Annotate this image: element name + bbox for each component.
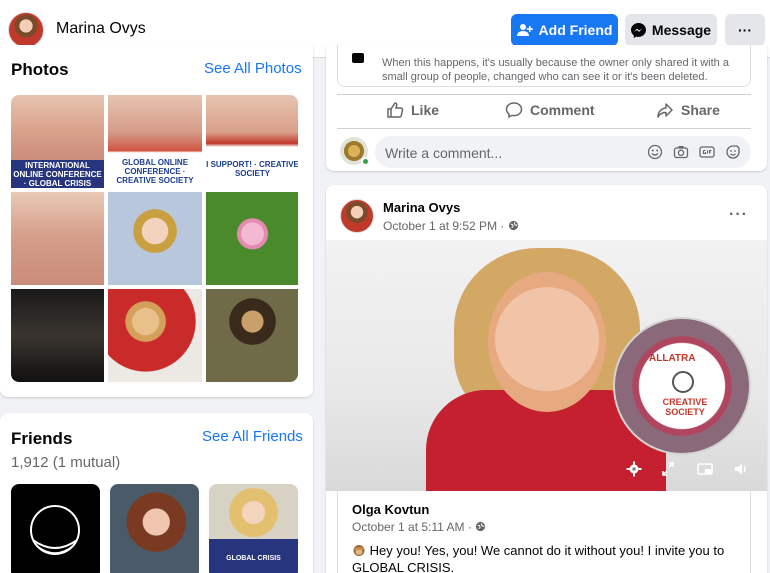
profile-name[interactable]: Marina Ovys <box>56 20 146 38</box>
photos-title: Photos <box>11 60 69 79</box>
share-icon <box>657 103 673 118</box>
badge-title-text: CREATIVE SOCIETY <box>662 397 708 417</box>
globe-icon <box>476 521 486 532</box>
shared-author-name[interactable]: Olga Kovtun <box>352 502 429 517</box>
comment-input[interactable]: Write a comment... <box>375 136 751 168</box>
friends-title: Friends <box>11 429 73 448</box>
photo-thumbnail[interactable] <box>206 289 298 382</box>
video-player[interactable]: ALLATRA CREATIVE SOCIETY <box>326 240 767 491</box>
divider <box>337 128 751 129</box>
badge-brand-text: ALLATRA <box>649 353 696 364</box>
post-timestamp[interactable]: October 1 at 9:52 PM · <box>383 219 519 233</box>
add-friend-button[interactable]: Add Friend <box>511 14 618 46</box>
friend-tile-banner: GLOBAL CRISIS <box>209 539 298 573</box>
camera-icon[interactable] <box>673 144 689 160</box>
post-author-avatar[interactable] <box>340 199 374 233</box>
shared-timestamp[interactable]: October 1 at 5:11 AM · <box>352 520 486 534</box>
photo-banner: INTERNATIONAL ONLINE CONFERENCE · GLOBAL… <box>11 160 104 188</box>
photo-thumbnail[interactable] <box>11 289 104 382</box>
globe-icon <box>508 220 518 231</box>
gif-icon[interactable] <box>699 144 715 160</box>
photos-grid: INTERNATIONAL ONLINE CONFERENCE · GLOBAL… <box>11 95 298 382</box>
notice-text: When this happens, it's usually because … <box>382 57 729 83</box>
volume-icon[interactable] <box>733 461 749 477</box>
more-options-label: ··· <box>738 22 752 38</box>
see-all-photos-link[interactable]: See All Photos <box>204 60 302 77</box>
photo-thumbnail[interactable]: INTERNATIONAL ONLINE CONFERENCE · GLOBAL… <box>11 95 104 188</box>
like-icon <box>387 102 404 118</box>
settings-gear-icon[interactable] <box>626 461 642 477</box>
photo-banner: I SUPPORT! · CREATIVE SOCIETY <box>206 150 298 188</box>
messenger-icon <box>630 22 646 38</box>
badge-symbol-icon <box>672 371 694 393</box>
add-friend-icon <box>516 24 533 36</box>
lock-icon <box>352 53 364 63</box>
fullscreen-icon[interactable] <box>661 461 675 477</box>
creative-society-badge: ALLATRA CREATIVE SOCIETY <box>613 317 751 455</box>
like-button[interactable]: Like <box>386 98 439 122</box>
emoji-icon[interactable] <box>647 144 663 160</box>
photo-thumbnail[interactable] <box>108 289 202 382</box>
divider <box>337 94 751 95</box>
photo-banner: GLOBAL ONLINE CONFERENCE · CREATIVE SOCI… <box>108 155 202 188</box>
more-options-button[interactable]: ··· <box>725 14 765 46</box>
post-author-name[interactable]: Marina Ovys <box>383 200 460 215</box>
friend-tile[interactable] <box>11 484 100 573</box>
shared-post-text: Hey you! Yes, you! We cannot do it witho… <box>352 542 742 573</box>
comment-button[interactable]: Comment <box>505 98 595 122</box>
photo-thumbnail[interactable] <box>11 192 104 285</box>
shared-post-message: Hey you! Yes, you! We cannot do it witho… <box>352 543 725 573</box>
photo-thumbnail[interactable]: I SUPPORT! · CREATIVE SOCIETY <box>206 95 298 188</box>
globe-logo-icon <box>30 505 80 555</box>
sticker-icon[interactable] <box>725 144 741 160</box>
profile-avatar[interactable] <box>8 12 44 48</box>
online-status-dot <box>361 157 370 166</box>
share-label: Share <box>681 102 720 118</box>
friends-count: 1,912 (1 mutual) <box>11 454 121 471</box>
video-frame-face <box>488 272 606 412</box>
see-all-friends-link[interactable]: See All Friends <box>202 428 303 445</box>
comment-label: Comment <box>530 102 595 118</box>
comment-placeholder: Write a comment... <box>385 145 503 161</box>
shared-timestamp-text: October 1 at 5:11 AM · <box>352 520 476 534</box>
photo-thumbnail[interactable] <box>108 192 202 285</box>
add-friend-label: Add Friend <box>538 22 613 38</box>
like-label: Like <box>411 102 440 118</box>
comment-tools <box>647 144 741 160</box>
post-options-button[interactable]: ··· <box>729 206 748 224</box>
photo-thumbnail[interactable] <box>206 192 298 285</box>
message-button[interactable]: Message <box>625 14 717 46</box>
friend-tile[interactable] <box>110 484 199 573</box>
monkey-emoji-icon <box>353 545 365 556</box>
pip-icon[interactable] <box>697 461 713 477</box>
friend-tile[interactable]: GLOBAL CRISIS <box>209 484 298 573</box>
message-label: Message <box>651 22 712 38</box>
post-timestamp-text: October 1 at 9:52 PM · <box>383 219 508 233</box>
comment-icon <box>505 102 523 119</box>
photo-thumbnail[interactable]: GLOBAL ONLINE CONFERENCE · CREATIVE SOCI… <box>108 95 202 188</box>
content-unavailable-notice: When this happens, it's usually because … <box>337 45 751 87</box>
share-button[interactable]: Share <box>656 98 720 122</box>
